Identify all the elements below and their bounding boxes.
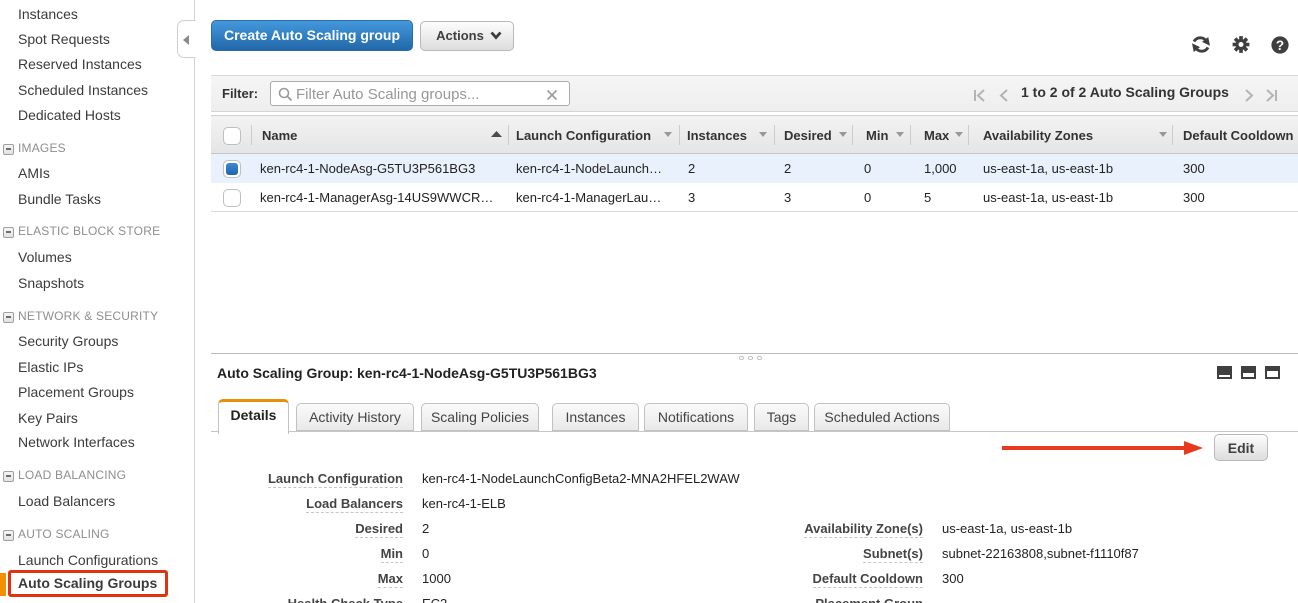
svg-text:?: ?	[1276, 38, 1284, 53]
